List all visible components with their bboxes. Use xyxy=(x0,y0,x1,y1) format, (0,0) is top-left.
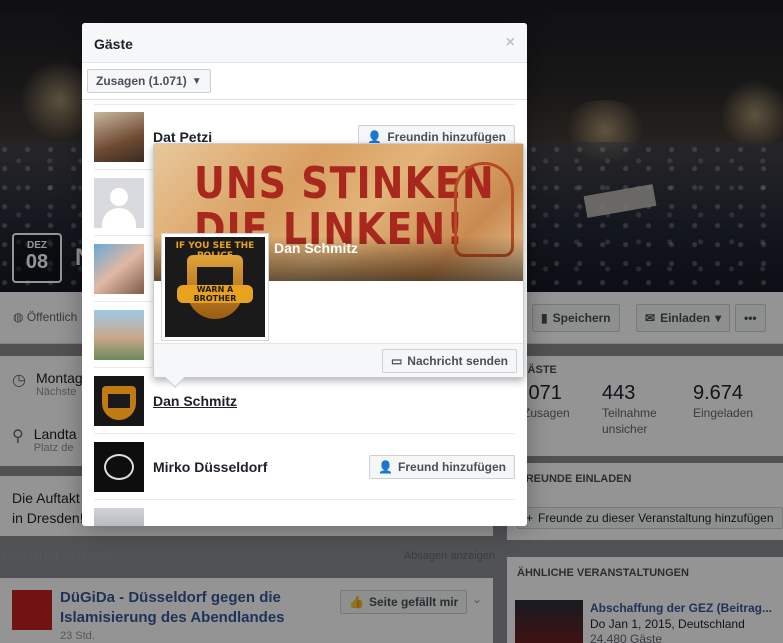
avatar[interactable] xyxy=(94,310,144,360)
avatar[interactable] xyxy=(94,376,144,426)
avatar[interactable] xyxy=(94,178,144,228)
chevron-down-icon: ▼ xyxy=(191,75,202,87)
hovercard-footer: ▭ Nachricht senden xyxy=(154,343,523,377)
dialog-title: Gäste xyxy=(94,36,133,52)
add-friend-button[interactable]: 👤 Freund hinzufügen xyxy=(369,455,515,479)
avatar[interactable] xyxy=(94,442,144,492)
guest-name[interactable]: Dan Schmitz xyxy=(153,393,237,409)
message-icon: ▭ xyxy=(390,354,403,368)
hovercard-profile-picture[interactable]: IF YOU SEE THE POLICE WARN A BROTHER xyxy=(161,233,269,341)
close-icon[interactable]: × xyxy=(506,34,515,52)
guest-name[interactable]: Mirko Düsseldorf xyxy=(153,459,267,475)
avatar[interactable] xyxy=(94,244,144,294)
guest-filter-dropdown[interactable]: Zusagen (1.071) ▼ xyxy=(87,69,211,93)
avatar[interactable] xyxy=(94,112,144,162)
dialog-header: Gäste × xyxy=(82,23,527,63)
hovercard-name[interactable]: Dan Schmitz xyxy=(274,240,358,256)
profile-hovercard: UNS STINKEN DIE LINKEN! Dan Schmitz IF Y… xyxy=(153,143,524,388)
list-item: Mirko Düsseldorf 👤 Freund hinzufügen xyxy=(94,434,515,500)
send-message-button[interactable]: ▭ Nachricht senden xyxy=(381,349,517,373)
add-friend-icon: 👤 xyxy=(367,130,383,144)
avatar[interactable] xyxy=(94,508,144,526)
add-friend-icon: 👤 xyxy=(378,460,394,474)
list-item xyxy=(94,500,515,526)
